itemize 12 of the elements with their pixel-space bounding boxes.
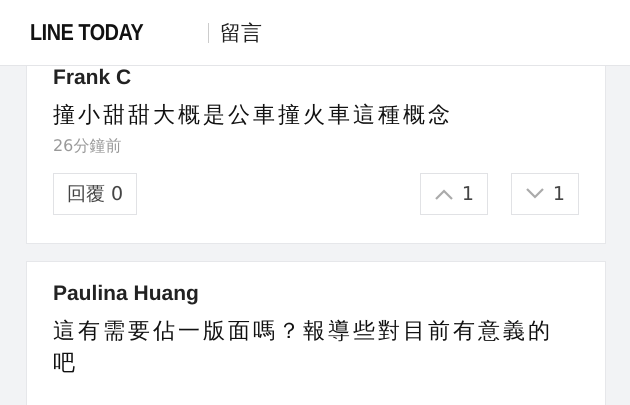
commenter-name: Paulina Huang	[53, 282, 200, 306]
logo[interactable]: LINE TODAY	[30, 19, 159, 46]
reply-button[interactable]: 回覆 0	[53, 173, 138, 215]
downvote-button[interactable]: 1	[510, 173, 579, 215]
comment-text: 撞小甜甜大概是公車撞火車這種概念	[53, 102, 454, 130]
chevron-down-icon	[524, 188, 545, 200]
commenter-name: Frank C	[53, 66, 132, 90]
comment-time: 26分鐘前	[53, 136, 122, 157]
upvote-button[interactable]: 1	[420, 173, 488, 215]
comment-text: 這有需要佔一版面嗎？報導些對目前有意義的吧	[53, 318, 553, 378]
chevron-up-icon	[434, 188, 454, 200]
section-title: 留言	[220, 20, 262, 46]
